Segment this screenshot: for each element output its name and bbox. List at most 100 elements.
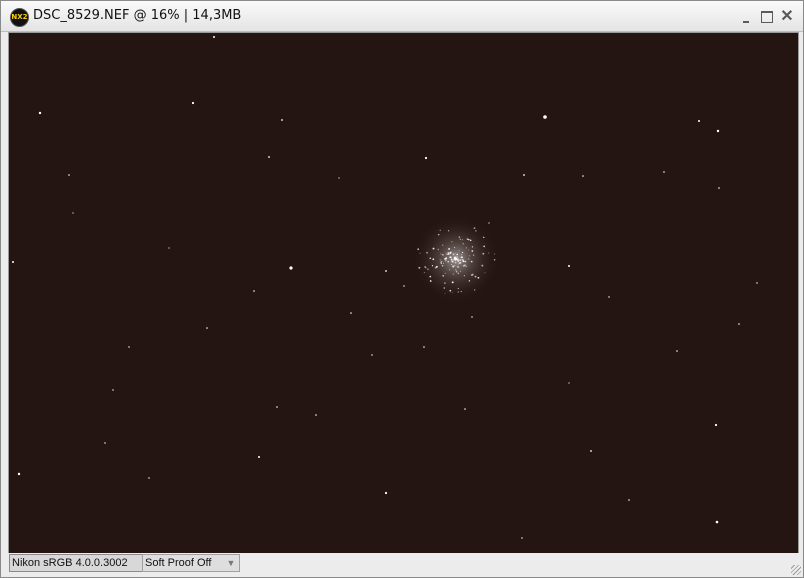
cluster-star [477,276,480,279]
cluster-star [457,272,460,275]
star [403,285,405,287]
cluster-star [468,255,470,257]
cluster-star [457,259,460,262]
cluster-star [470,260,473,263]
cluster-star [459,258,461,260]
cluster-star [444,282,446,284]
cluster-star [483,236,485,239]
cluster-star [464,260,467,263]
cluster-star [462,243,464,245]
cluster-star [437,234,439,236]
soft-proof-dropdown[interactable]: Soft Proof Off ▼ [142,554,240,572]
title-bar[interactable]: NX2 DSC_8529.NEF @ 16% | 14,3MB ✕ [1,1,803,32]
cluster-star [483,245,486,248]
cluster-star [449,269,451,271]
cluster-star [460,290,462,293]
cluster-star [449,252,451,254]
cluster-star [451,281,454,284]
star [268,156,270,158]
cluster-star [444,272,446,274]
cluster-star [444,293,446,294]
cluster-star [442,253,444,256]
star [718,187,720,189]
cluster-star [461,251,464,254]
cluster-star [427,268,429,270]
cluster-star [452,253,455,256]
cluster-star [432,258,435,261]
cluster-star [418,266,421,269]
chevron-down-icon: ▼ [226,558,236,568]
star [258,456,260,458]
cluster-star [488,252,490,254]
cluster-star [437,248,439,251]
star [663,171,665,173]
star [350,312,352,314]
cluster-star [458,250,460,252]
cluster-star [441,264,444,267]
cluster-star [454,252,456,254]
star [213,36,215,38]
cluster-star [464,264,466,266]
resize-grip[interactable] [791,565,801,575]
cluster-star [459,259,461,262]
maximize-icon[interactable] [760,10,774,24]
star [676,350,678,352]
image-window: NX2 DSC_8529.NEF @ 16% | 14,3MB ✕ Nikon … [0,0,804,578]
cluster-star [457,287,459,290]
cluster-star [452,265,455,268]
minimize-icon[interactable] [741,10,755,24]
star [371,354,373,356]
cluster-star [442,262,444,264]
cluster-star [471,250,474,252]
cluster-star [471,274,473,276]
star [698,120,700,122]
cluster-star [455,258,458,260]
cluster-star [429,280,432,282]
star [568,382,570,384]
cluster-star [457,291,459,293]
cluster-star [441,263,443,265]
cluster-star [465,247,468,249]
cluster-star [449,256,452,258]
star [315,414,317,416]
star [521,537,523,539]
cluster-star [466,238,469,240]
cluster-star [460,256,463,259]
cluster-star [444,260,447,262]
cluster-star [471,246,474,248]
star [17,472,21,476]
cluster-star [449,289,452,292]
cluster-star [445,257,448,260]
star [423,346,425,348]
image-canvas[interactable] [8,32,799,554]
cluster-star [459,270,461,272]
cluster-star [456,253,459,256]
cluster-star [451,241,453,243]
cluster-star [494,253,496,255]
star [738,323,740,325]
star [289,266,293,270]
cluster-star [461,254,463,256]
cluster-star [455,270,458,273]
cluster-star [474,289,476,291]
star [424,156,428,160]
cluster-star [440,253,442,255]
cluster-star [469,239,472,242]
star [568,265,570,267]
star [756,282,758,284]
cluster-star [443,287,446,289]
cluster-star [450,259,453,261]
cluster-star [463,275,465,277]
cluster-star [447,261,449,263]
cluster-star [481,264,484,267]
star-field-photo [9,33,798,553]
cluster-star [440,260,443,263]
cluster-star [454,246,456,249]
cluster-star [452,261,454,263]
star [590,450,592,452]
star [471,316,473,318]
star [385,270,387,272]
star [716,129,720,133]
star [523,174,525,176]
close-icon[interactable]: ✕ [780,9,794,25]
